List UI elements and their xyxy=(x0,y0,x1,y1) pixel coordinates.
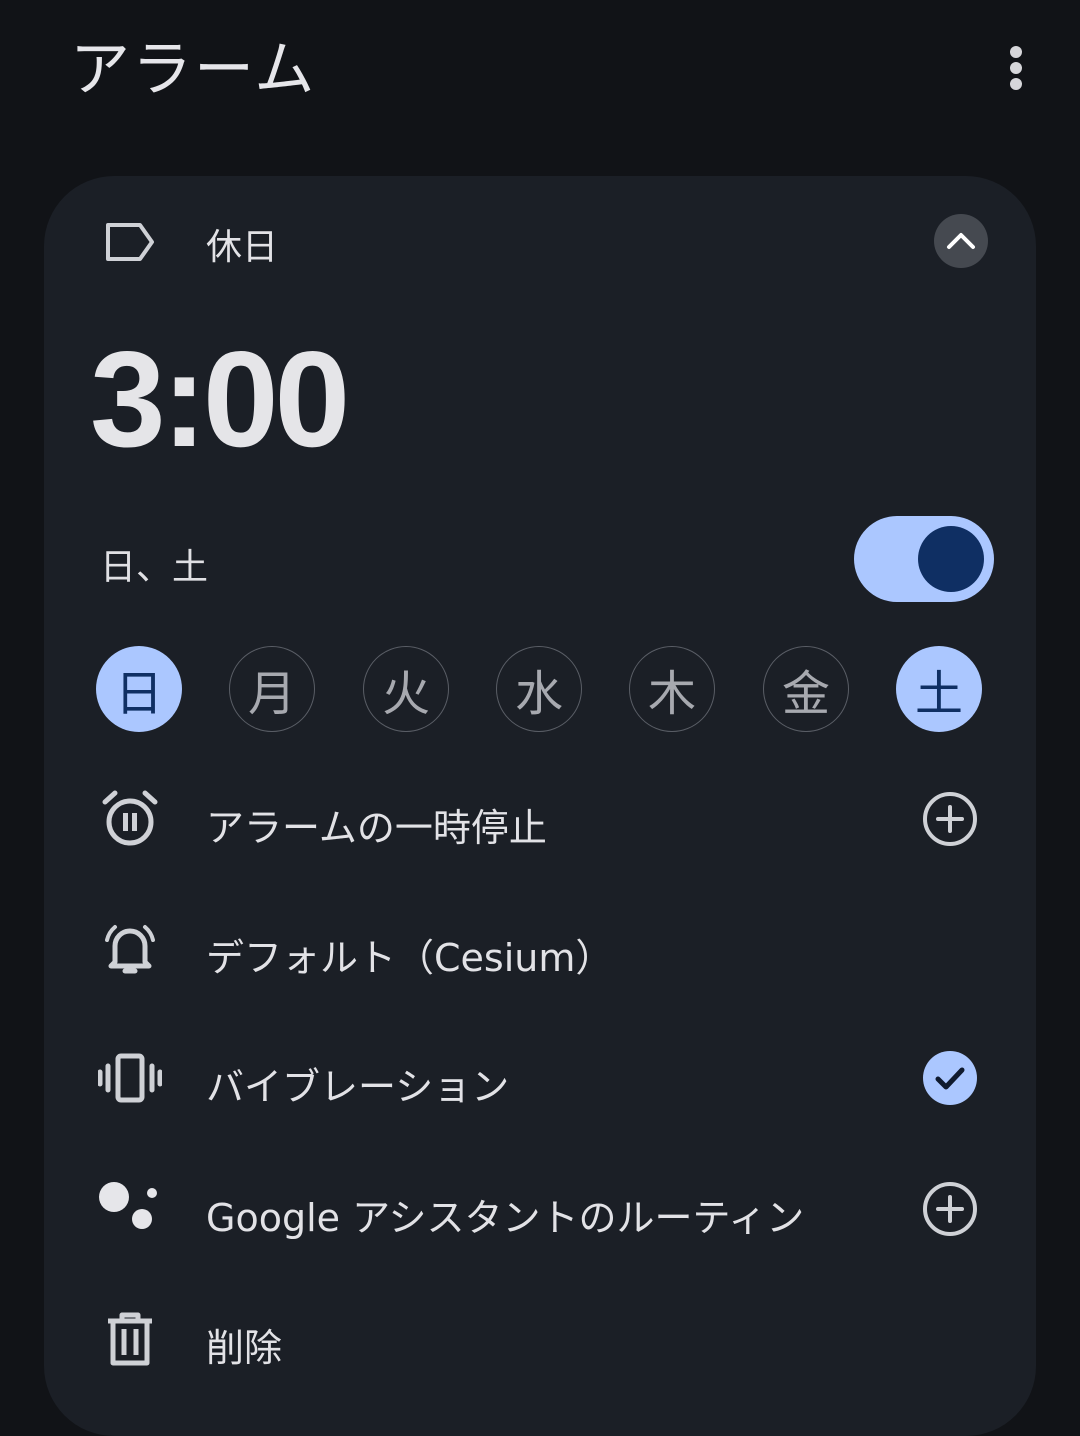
add-routine-button[interactable] xyxy=(920,1179,980,1239)
check-circle-icon xyxy=(923,1051,977,1105)
add-pause-button[interactable] xyxy=(920,789,980,849)
collapse-button[interactable] xyxy=(934,214,988,268)
more-options-button[interactable] xyxy=(990,40,1042,96)
pause-alarm-label: アラームの一時停止 xyxy=(206,806,547,850)
alarm-time[interactable]: 3:00 xyxy=(90,324,350,474)
add-circle-icon xyxy=(923,1182,977,1236)
alarm-label-row[interactable]: 休日 xyxy=(102,216,278,268)
day-friday[interactable]: 金 xyxy=(763,646,849,732)
page-title: アラーム xyxy=(70,35,317,105)
delete-option[interactable]: 削除 xyxy=(44,1295,1036,1385)
vibration-option[interactable]: バイブレーション xyxy=(44,1034,1036,1124)
alarm-pause-icon xyxy=(98,787,162,851)
more-vert-icon xyxy=(1010,46,1022,58)
delete-label: 削除 xyxy=(206,1326,283,1370)
vibration-label: バイブレーション xyxy=(206,1065,510,1109)
bell-icon xyxy=(98,917,162,981)
day-wednesday[interactable]: 水 xyxy=(496,646,582,732)
alarm-label: 休日 xyxy=(206,227,279,268)
assistant-routine-label: Google アシスタントのルーティン xyxy=(206,1196,805,1240)
assistant-routine-option[interactable]: Google アシスタントのルーティン xyxy=(44,1165,1036,1255)
vibration-icon xyxy=(98,1046,162,1110)
toggle-knob xyxy=(918,526,984,592)
alarm-sound-option[interactable]: デフォルト（Cesium） xyxy=(44,905,1036,995)
day-monday[interactable]: 月 xyxy=(229,646,315,732)
repeat-summary: 日、土 xyxy=(100,547,209,588)
trash-icon xyxy=(98,1307,162,1371)
alarm-card[interactable]: 休日 3:00 日、土 日 月 火 水 木 金 土 アラームの一時停止 デフォル… xyxy=(44,176,1036,1436)
weekday-selector: 日 月 火 水 木 金 土 xyxy=(96,646,984,734)
day-thursday[interactable]: 木 xyxy=(629,646,715,732)
pause-alarm-option[interactable]: アラームの一時停止 xyxy=(44,775,1036,865)
alarm-sound-label: デフォルト（Cesium） xyxy=(206,936,614,980)
vibration-checkbox[interactable] xyxy=(920,1048,980,1108)
add-circle-icon xyxy=(923,792,977,846)
day-sunday[interactable]: 日 xyxy=(96,646,182,732)
label-icon xyxy=(106,223,154,261)
alarm-toggle[interactable] xyxy=(854,516,994,602)
day-saturday[interactable]: 土 xyxy=(896,646,982,732)
chevron-up-icon xyxy=(947,233,975,249)
google-assistant-icon xyxy=(98,1177,162,1241)
day-tuesday[interactable]: 火 xyxy=(363,646,449,732)
